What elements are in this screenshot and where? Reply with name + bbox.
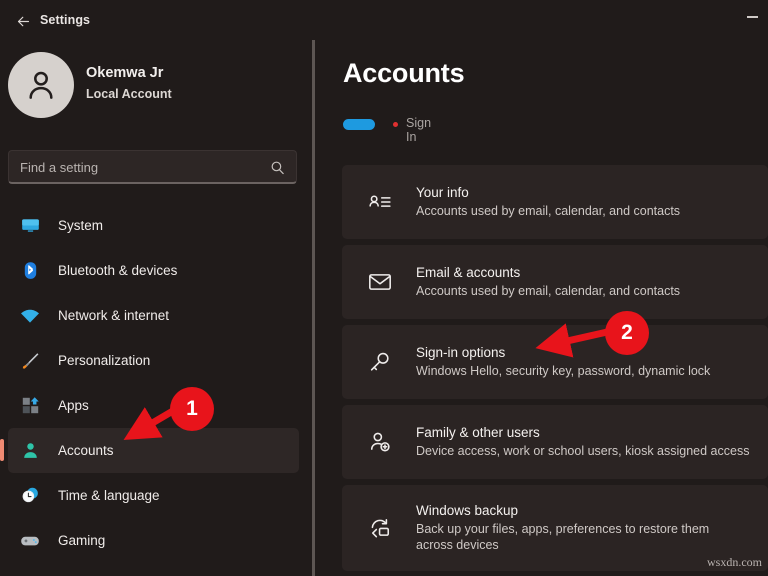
wifi-icon	[16, 302, 44, 330]
sidebar: Okemwa Jr Local Account Find a setting S…	[0, 40, 307, 576]
profile-name: Okemwa Jr	[86, 65, 164, 81]
avatar	[8, 52, 74, 118]
sidebar-nav: System Bluetooth & devices Network & int…	[0, 203, 307, 563]
card-your-info[interactable]: Your info Accounts used by email, calend…	[342, 165, 768, 239]
profile-subtitle: Local Account	[86, 87, 172, 101]
person-avatar-icon	[29, 71, 53, 99]
watermark: wsxdn.com	[707, 555, 762, 569]
card-title: Family & other users	[416, 425, 540, 440]
card-subtitle: Device access, work or school users, kio…	[416, 444, 750, 458]
profile-block[interactable]: Okemwa Jr Local Account	[8, 52, 298, 124]
settings-card-list: Your info Accounts used by email, calend…	[342, 165, 768, 576]
card-subtitle: Windows Hello, security key, password, d…	[416, 364, 711, 378]
bluetooth-icon	[16, 257, 44, 285]
sidebar-item-label: Apps	[58, 398, 89, 413]
card-email-accounts[interactable]: Email & accounts Accounts used by email,…	[342, 245, 768, 319]
card-text: Windows backup Back up your files, apps,…	[416, 503, 731, 553]
sidebar-item-label: Gaming	[58, 533, 106, 548]
title-bar: Settings	[0, 0, 768, 40]
main-content: Accounts Sign In Your info Accounts used…	[330, 40, 768, 576]
back-button[interactable]	[8, 8, 38, 34]
gamepad-icon	[16, 527, 44, 555]
card-text: Email & accounts Accounts used by email,…	[416, 265, 680, 299]
backup-sync-icon	[363, 511, 397, 545]
signin-status-dot-icon	[393, 122, 398, 127]
card-subtitle: Accounts used by email, calendar, and co…	[416, 204, 681, 218]
signin-label: Sign In	[406, 116, 432, 144]
sidebar-item-network-internet[interactable]: Network & internet	[8, 293, 299, 338]
key-icon	[363, 345, 397, 379]
search-box[interactable]: Find a setting	[8, 150, 297, 184]
sidebar-item-label: Accounts	[58, 443, 114, 458]
minimize-icon	[746, 16, 758, 18]
sidebar-item-label: Time & language	[58, 488, 160, 503]
add-user-icon	[363, 425, 397, 459]
annotation-badge-2: 2	[605, 311, 649, 355]
sidebar-scrollbar[interactable]	[312, 40, 315, 576]
minimize-button[interactable]	[738, 6, 766, 28]
card-text: Sign-in options Windows Hello, security …	[416, 345, 710, 379]
sidebar-item-system[interactable]: System	[8, 203, 299, 248]
selection-accent-bar	[0, 439, 4, 461]
search-placeholder: Find a setting	[20, 160, 99, 175]
contact-card-icon	[363, 185, 397, 219]
settings-window: Settings Okemwa Jr Local Account Find a …	[0, 0, 768, 576]
sidebar-item-label: System	[58, 218, 104, 233]
search-icon	[271, 161, 284, 175]
card-subtitle: Back up your files, apps, preferences to…	[416, 522, 710, 552]
paintbrush-icon	[16, 347, 44, 375]
sidebar-item-apps[interactable]: Apps	[8, 383, 299, 428]
card-title: Email & accounts	[416, 265, 521, 280]
person-icon	[16, 437, 44, 465]
back-arrow-icon	[17, 16, 29, 26]
monitor-icon	[16, 212, 44, 240]
card-subtitle: Accounts used by email, calendar, and co…	[416, 284, 681, 298]
card-title: Your info	[416, 185, 469, 200]
sidebar-item-label: Personalization	[58, 353, 151, 368]
sidebar-item-gaming[interactable]: Gaming	[8, 518, 299, 563]
apps-grid-icon	[16, 392, 44, 420]
annotation-badge-1: 1	[170, 387, 214, 431]
sidebar-item-accounts[interactable]: Accounts	[0, 428, 299, 473]
clock-globe-icon	[16, 482, 44, 510]
card-text: Family & other users Device access, work…	[416, 425, 749, 459]
sidebar-item-bluetooth-devices[interactable]: Bluetooth & devices	[8, 248, 299, 293]
card-text: Your info Accounts used by email, calend…	[416, 185, 680, 219]
sidebar-item-time-language[interactable]: Time & language	[8, 473, 299, 518]
page-title: Accounts	[343, 58, 465, 88]
card-windows-backup[interactable]: Windows backup Back up your files, apps,…	[342, 485, 768, 571]
app-title: Settings	[40, 13, 91, 27]
card-title: Sign-in options	[416, 345, 506, 360]
sidebar-item-personalization[interactable]: Personalization	[8, 338, 299, 383]
sidebar-item-label: Bluetooth & devices	[58, 263, 178, 278]
card-sign-in-options[interactable]: Sign-in options Windows Hello, security …	[342, 325, 768, 399]
card-family-other-users[interactable]: Family & other users Device access, work…	[342, 405, 768, 479]
signin-banner-icon	[343, 119, 375, 130]
sidebar-item-label: Network & internet	[58, 308, 170, 323]
envelope-icon	[363, 265, 397, 299]
card-title: Windows backup	[416, 503, 519, 518]
